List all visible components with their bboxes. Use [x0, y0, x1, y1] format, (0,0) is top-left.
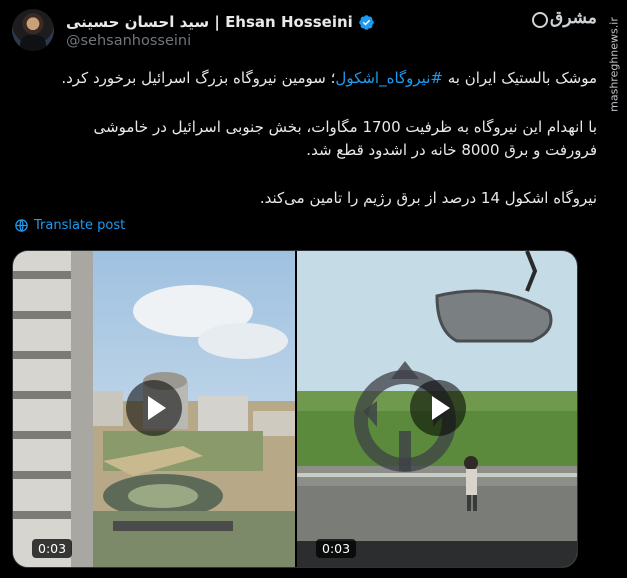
- play-button[interactable]: [126, 380, 182, 436]
- video-thumbnail-1[interactable]: 0:03: [13, 251, 295, 567]
- author-name-line[interactable]: سید احسان حسینی | Ehsan Hosseini: [66, 12, 375, 32]
- post-text-line-2: با انهدام این نیروگاه به ظرفیت 1700 مگاو…: [93, 118, 598, 136]
- play-button[interactable]: [410, 380, 466, 436]
- video-duration: 0:03: [316, 539, 357, 558]
- post-header: سید احسان حسینی | Ehsan Hosseini @sehsan…: [12, 8, 572, 52]
- post-text-line-4: نیروگاه اشکول 14 درصد از برق رژیم را تام…: [259, 189, 597, 207]
- brand-logo: مشرق: [532, 8, 597, 32]
- video-thumbnail-2[interactable]: 0:03: [297, 251, 577, 567]
- avatar[interactable]: [12, 9, 54, 51]
- avatar-figure: [20, 35, 46, 51]
- media-grid: 0:03 0:03: [12, 250, 578, 568]
- post-text-line-1: موشک بالستیک ایران به #نیروگاه_اشکول؛ سو…: [61, 67, 597, 89]
- author-handle[interactable]: @sehsanhosseini: [66, 33, 191, 49]
- hashtag-link[interactable]: #نیروگاه_اشکول: [335, 69, 443, 87]
- globe-icon: [15, 218, 28, 232]
- brand-name: مشرق: [550, 8, 597, 28]
- author-display-name[interactable]: سید احسان حسینی | Ehsan Hosseini: [66, 13, 353, 31]
- post-text-line-3: فرورفت و برق 8000 خانه در اشدود قطع شد.: [306, 141, 597, 159]
- post-text-line-1-start: موشک بالستیک ایران به: [442, 69, 597, 87]
- post-text-line-1-end: ؛ سومین نیروگاه بزرگ اسرائیل برخورد کرد.: [61, 69, 336, 87]
- video-duration: 0:03: [32, 539, 73, 558]
- watermark-text: mashreghnews.ir: [607, 17, 621, 112]
- translate-post-button[interactable]: Translate post: [14, 216, 125, 234]
- verified-badge-icon: [359, 14, 374, 30]
- brand-emblem-icon: [532, 12, 548, 28]
- translate-post-label: Translate post: [34, 217, 126, 233]
- site-watermark: mashreghnews.ir: [603, 8, 621, 126]
